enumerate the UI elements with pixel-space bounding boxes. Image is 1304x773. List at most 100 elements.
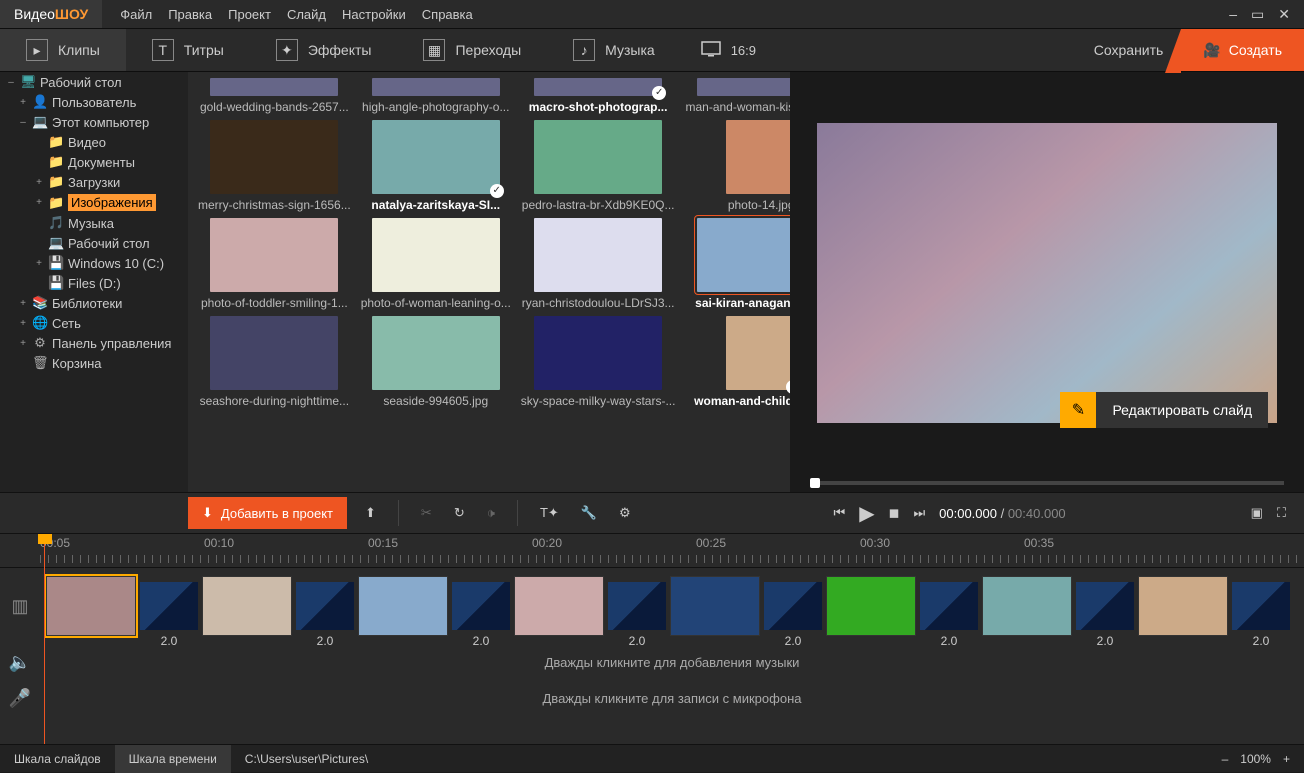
play-icon[interactable]: ▶ xyxy=(859,501,874,526)
video-track[interactable]: ▥ xyxy=(0,568,1304,644)
timeline: 00:0500:1000:1500:2000:2500:3000:35 ▥ 🔈 … xyxy=(0,534,1304,744)
tree-item[interactable]: +📁Загрузки xyxy=(0,172,188,192)
wand-icon: ✦ xyxy=(276,39,298,61)
play-icon: ▸ xyxy=(26,39,48,61)
mute-icon[interactable]: 🕩 xyxy=(487,505,495,521)
thumbnail[interactable]: seashore-during-nighttime... xyxy=(198,316,351,408)
download-icon: ⬇ xyxy=(202,505,213,521)
thumbnail[interactable]: photo-of-toddler-smiling-1... xyxy=(198,218,351,310)
tree-item[interactable]: +⚙Панель управления xyxy=(0,333,188,353)
maximize-icon[interactable]: ▭ xyxy=(1251,6,1264,23)
timeline-clip[interactable] xyxy=(826,576,916,636)
tab-music[interactable]: ♪ Музыка xyxy=(547,29,681,71)
zoom-in-button[interactable]: + xyxy=(1283,752,1290,766)
seek-bar[interactable] xyxy=(790,474,1304,492)
timeline-clip[interactable] xyxy=(46,576,136,636)
thumbnail[interactable]: ✓macro-shot-photograp... xyxy=(521,78,676,114)
tab-titles[interactable]: T Титры xyxy=(126,29,250,71)
upload-icon[interactable]: ⬆ xyxy=(365,505,376,521)
tree-item[interactable]: 📁Видео xyxy=(0,132,188,152)
tree-item[interactable]: 🗑Корзина xyxy=(0,353,188,373)
effects-tool-icon[interactable]: 🔧 xyxy=(581,505,597,521)
tree-item[interactable]: 💾Files (D:) xyxy=(0,273,188,293)
transition[interactable] xyxy=(1076,582,1134,630)
timeline-clip[interactable] xyxy=(670,576,760,636)
menu-slide[interactable]: Слайд xyxy=(287,7,326,22)
thumbnail[interactable]: photo-of-woman-leaning-o... xyxy=(361,218,511,310)
timeline-clip[interactable] xyxy=(1138,576,1228,636)
menu-file[interactable]: Файл xyxy=(120,7,152,22)
zoom-out-button[interactable]: – xyxy=(1222,752,1229,766)
music-icon: ♪ xyxy=(573,39,595,61)
thumbnail[interactable]: pedro-lastra-br-Xdb9KE0Q... xyxy=(521,120,676,212)
transition[interactable] xyxy=(608,582,666,630)
close-icon[interactable]: ✕ xyxy=(1278,6,1290,23)
thumbnail[interactable]: photo-14.jpg xyxy=(685,120,790,212)
tree-item[interactable]: 💻Рабочий стол xyxy=(0,233,188,253)
thumbnail[interactable]: man-and-woman-kissing-2... xyxy=(685,78,790,114)
clapper-icon: ▦ xyxy=(423,39,445,61)
fullscreen-icon[interactable]: ⛶ xyxy=(1277,505,1286,521)
tree-item[interactable]: +💾Windows 10 (C:) xyxy=(0,253,188,273)
next-icon[interactable]: ⏭ xyxy=(913,505,925,521)
thumbnail[interactable]: merry-christmas-sign-1656... xyxy=(198,120,351,212)
rotate-icon[interactable]: ↻ xyxy=(454,505,465,521)
prev-icon[interactable]: ⏮ xyxy=(834,505,846,521)
add-to-project-button[interactable]: ⬇ Добавить в проект xyxy=(188,497,347,529)
tree-item[interactable]: 🎵Музыка xyxy=(0,213,188,233)
create-button[interactable]: 🎥 Создать xyxy=(1181,29,1304,71)
thumbnail[interactable]: ✓sai-kiran-anagani-83z... xyxy=(685,218,790,310)
timecode: 00:00.000 / 00:40.000 xyxy=(939,506,1066,521)
minimize-icon[interactable]: – xyxy=(1229,6,1237,23)
transition[interactable] xyxy=(1232,582,1290,630)
cut-icon[interactable]: ✂ xyxy=(421,505,432,521)
transition[interactable] xyxy=(140,582,198,630)
aspect-ratio[interactable]: 16:9 xyxy=(701,29,756,71)
settings-icon[interactable]: ⚙ xyxy=(619,505,631,521)
tree-item[interactable]: +📚Библиотеки xyxy=(0,293,188,313)
tab-clips[interactable]: ▸ Клипы xyxy=(0,29,126,71)
thumbnail[interactable]: gold-wedding-bands-2657... xyxy=(198,78,351,114)
timeline-clip[interactable] xyxy=(982,576,1072,636)
tab-transitions[interactable]: ▦ Переходы xyxy=(397,29,547,71)
snapshot-icon[interactable]: ▣ xyxy=(1251,505,1263,521)
thumbnail[interactable]: ryan-christodoulou-LDrSJ3... xyxy=(521,218,676,310)
thumbnail[interactable]: seaside-994605.jpg xyxy=(361,316,511,408)
speaker-icon: 🔈 xyxy=(0,652,40,673)
monitor-icon xyxy=(701,41,721,60)
slides-scale-button[interactable]: Шкала слайдов xyxy=(0,745,115,773)
tree-item[interactable]: +📁Изображения xyxy=(0,192,188,213)
app-logo: ВидеоШОУ xyxy=(0,0,102,28)
transition[interactable] xyxy=(296,582,354,630)
tree-item[interactable]: +👤Пользователь xyxy=(0,92,188,112)
thumbnail[interactable]: ✓natalya-zaritskaya-SI... xyxy=(361,120,511,212)
thumbnail[interactable]: sky-space-milky-way-stars-... xyxy=(521,316,676,408)
tree-item[interactable]: +🌐Сеть xyxy=(0,313,188,333)
edit-slide-button[interactable]: ✎ Редактировать слайд xyxy=(1060,392,1268,428)
mic-icon: 🎤 xyxy=(0,688,40,709)
music-track[interactable]: 🔈 Дважды кликните для добавления музыки xyxy=(0,644,1304,680)
text-tool-icon[interactable]: T✦ xyxy=(540,505,559,521)
timeline-clip[interactable] xyxy=(514,576,604,636)
menu-edit[interactable]: Правка xyxy=(168,7,212,22)
tree-item[interactable]: –🖥Рабочий стол xyxy=(0,72,188,92)
menu-bar: Файл Правка Проект Слайд Настройки Справ… xyxy=(102,7,491,22)
transition[interactable] xyxy=(920,582,978,630)
tab-effects[interactable]: ✦ Эффекты xyxy=(250,29,398,71)
stop-icon[interactable]: ◼ xyxy=(889,505,900,521)
thumbnail[interactable]: high-angle-photography-o... xyxy=(361,78,511,114)
timeline-ruler[interactable]: 00:0500:1000:1500:2000:2500:3000:35 xyxy=(0,534,1304,568)
tree-item[interactable]: 📁Документы xyxy=(0,152,188,172)
transition[interactable] xyxy=(764,582,822,630)
timeline-clip[interactable] xyxy=(202,576,292,636)
transition[interactable] xyxy=(452,582,510,630)
menu-project[interactable]: Проект xyxy=(228,7,271,22)
menu-help[interactable]: Справка xyxy=(422,7,473,22)
menu-settings[interactable]: Настройки xyxy=(342,7,406,22)
mic-track[interactable]: 🎤 Дважды кликните для записи с микрофона xyxy=(0,680,1304,716)
timeline-clip[interactable] xyxy=(358,576,448,636)
time-scale-button[interactable]: Шкала времени xyxy=(115,745,231,773)
tree-item[interactable]: –💻Этот компьютер xyxy=(0,112,188,132)
thumbnail[interactable]: ✓woman-and-child-sitti... xyxy=(685,316,790,408)
playhead[interactable] xyxy=(44,534,45,744)
